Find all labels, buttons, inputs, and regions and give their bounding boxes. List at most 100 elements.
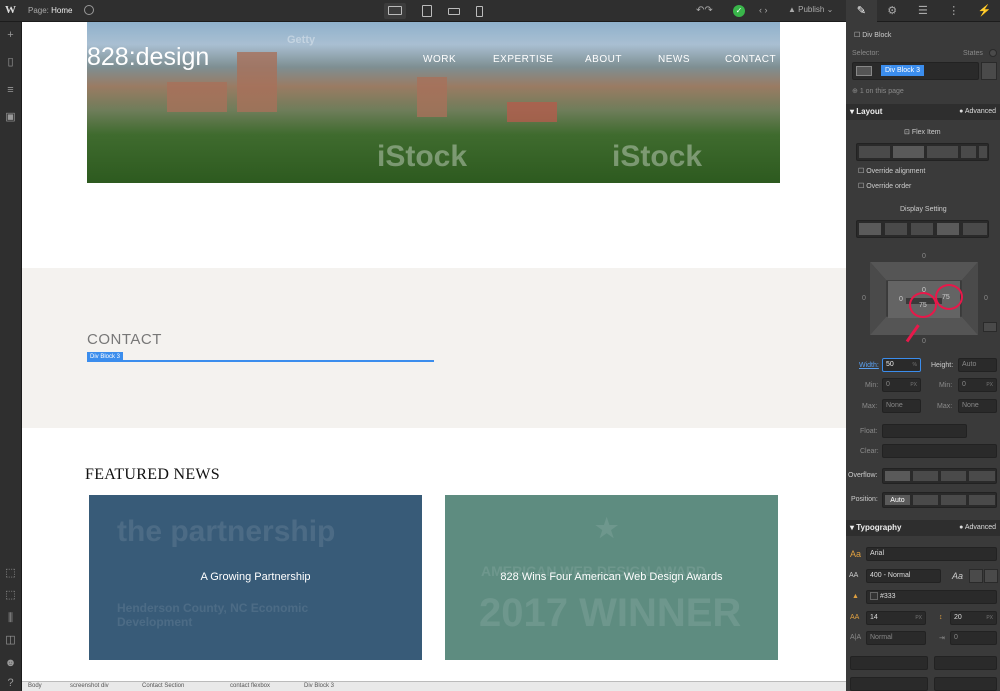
text-transform-controls[interactable] xyxy=(850,677,928,691)
undo-redo-icon[interactable]: ↶↷ xyxy=(696,5,713,16)
width-label[interactable]: Width: xyxy=(859,362,879,369)
display-none-button[interactable] xyxy=(962,222,988,236)
font-family-select[interactable]: Arial xyxy=(866,547,997,561)
font-weight-select[interactable]: 400 - Normal xyxy=(866,569,941,583)
navigator-tab-icon[interactable]: ☰ xyxy=(908,0,939,22)
desktop-view-icon[interactable] xyxy=(384,3,406,19)
align-stretch-button[interactable] xyxy=(892,145,925,159)
cms-icon[interactable]: ≡ xyxy=(4,84,17,97)
min-height-input[interactable]: 0 PX xyxy=(958,378,997,392)
display-block-button[interactable] xyxy=(858,222,882,236)
breadcrumb-item[interactable]: screenshot div xyxy=(70,683,109,689)
padding-left-value[interactable]: 0 xyxy=(899,296,903,303)
hero-image[interactable]: 828:design WORK EXPERTISE ABOUT NEWS CON… xyxy=(87,22,780,183)
max-height-input[interactable]: None xyxy=(958,399,997,413)
italic-style-icon[interactable]: Aa xyxy=(952,571,963,581)
display-inline-block-button[interactable] xyxy=(884,222,908,236)
text-direction-controls[interactable] xyxy=(934,677,997,691)
letter-spacing-input[interactable]: Normal xyxy=(866,631,926,645)
position-fixed-button[interactable] xyxy=(968,494,996,506)
grid-icon[interactable]: ⫼ xyxy=(4,612,17,625)
typography-advanced-toggle[interactable]: ● Advanced xyxy=(959,520,996,536)
nav-contact[interactable]: CONTACT xyxy=(725,54,776,65)
overflow-auto-button[interactable] xyxy=(968,470,996,482)
news-card[interactable]: the partnership Henderson County, NC Eco… xyxy=(89,495,422,660)
font-size-input[interactable]: 14 PX xyxy=(866,611,926,625)
symbols-tab-icon[interactable]: ⋮ xyxy=(938,0,969,22)
states-dropdown[interactable]: States xyxy=(963,50,983,57)
nav-about[interactable]: ABOUT xyxy=(585,54,622,65)
clear-controls[interactable] xyxy=(882,444,997,458)
div-block-3-selected[interactable]: Div Block 3 xyxy=(87,352,434,362)
breadcrumb-item[interactable]: contact flexbox xyxy=(230,683,270,689)
spacing-more-icon[interactable] xyxy=(983,322,997,332)
width-unit[interactable]: % xyxy=(913,359,917,371)
mobile-landscape-icon[interactable] xyxy=(443,3,465,19)
text-color-input[interactable]: #333 xyxy=(866,590,997,604)
bounds-icon[interactable]: ⬚ xyxy=(4,589,17,602)
margin-bottom-value[interactable]: 0 xyxy=(922,338,926,345)
overflow-hidden-button[interactable] xyxy=(912,470,939,482)
nav-work[interactable]: WORK xyxy=(423,54,456,65)
contact-heading[interactable]: CONTACT xyxy=(87,331,162,348)
nav-expertise[interactable]: EXPERTISE xyxy=(493,54,553,65)
max-width-input[interactable]: None xyxy=(882,399,921,413)
assets-icon[interactable]: ▣ xyxy=(4,111,17,124)
contact-section[interactable]: CONTACT Div Block 3 xyxy=(22,268,846,428)
text-align-controls[interactable] xyxy=(850,656,928,670)
design-canvas[interactable]: 828:design WORK EXPERTISE ABOUT NEWS CON… xyxy=(22,22,846,681)
tablet-view-icon[interactable] xyxy=(416,3,438,19)
selector-menu-icon[interactable] xyxy=(981,62,997,80)
breadcrumb-item[interactable]: Body xyxy=(28,683,42,689)
nav-news[interactable]: NEWS xyxy=(658,54,690,65)
breadcrumb-item[interactable]: Div Block 3 xyxy=(304,683,334,689)
selector-tag[interactable]: Div Block 3 xyxy=(881,65,925,76)
align-end-button[interactable] xyxy=(960,145,977,159)
selector-field[interactable]: Div Block 3 xyxy=(852,62,979,80)
news-card-title[interactable]: 828 Wins Four American Web Design Awards xyxy=(445,571,778,583)
style-tab-icon[interactable]: ✎ xyxy=(846,0,877,22)
webflow-logo[interactable]: W xyxy=(5,4,19,18)
layout-header[interactable]: ▾ Layout ● Advanced xyxy=(846,104,1000,120)
site-logo[interactable]: 828:design xyxy=(87,43,209,72)
margin-left-value[interactable]: 0 xyxy=(862,295,866,302)
news-card[interactable]: ★ AMERICAN WEB DESIGN AWARD 2017 WINNER … xyxy=(445,495,778,660)
users-icon[interactable]: ☻ xyxy=(4,657,17,670)
line-height-input[interactable]: 20 PX xyxy=(950,611,997,625)
featured-news-heading[interactable]: FEATURED NEWS xyxy=(85,466,220,484)
override-alignment[interactable]: ☐ Override alignment xyxy=(858,167,925,175)
min-width-input[interactable]: 0 PX xyxy=(882,378,921,392)
publish-button[interactable]: ▲ Publish ⌄ xyxy=(788,5,833,14)
typography-header[interactable]: ▾ Typography ● Advanced xyxy=(846,520,1000,536)
position-relative-button[interactable] xyxy=(912,494,939,506)
italic-icon[interactable] xyxy=(984,569,998,583)
export-code-icon[interactable]: ‹ › xyxy=(759,5,768,15)
states-help-icon[interactable] xyxy=(989,49,997,57)
flex-settings-icon[interactable] xyxy=(978,145,988,159)
position-auto-button[interactable]: Auto xyxy=(884,494,911,506)
pages-icon[interactable]: ▯ xyxy=(4,56,17,69)
width-input[interactable]: 50% xyxy=(882,358,921,372)
text-cursor-icon[interactable] xyxy=(969,569,983,583)
display-inline-button[interactable] xyxy=(910,222,934,236)
add-panel-icon[interactable]: + xyxy=(4,29,17,42)
text-indent-input[interactable]: 0 xyxy=(950,631,997,645)
interactions-tab-icon[interactable]: ⚡ xyxy=(969,0,1000,22)
height-input[interactable]: Auto xyxy=(958,358,997,372)
align-start-button[interactable] xyxy=(858,145,891,159)
page-settings-icon[interactable] xyxy=(84,5,94,15)
display-flex-button[interactable] xyxy=(936,222,960,236)
overflow-scroll-button[interactable] xyxy=(940,470,967,482)
margin-top-value[interactable]: 0 xyxy=(922,253,926,260)
help-icon[interactable]: ? xyxy=(4,677,17,690)
news-card-title[interactable]: A Growing Partnership xyxy=(89,571,422,583)
select-tool-icon[interactable]: ⬚ xyxy=(4,567,17,580)
position-absolute-button[interactable] xyxy=(940,494,967,506)
text-decoration-controls[interactable] xyxy=(934,656,997,670)
align-center-button[interactable] xyxy=(926,145,959,159)
override-order[interactable]: ☐ Override order xyxy=(858,182,911,190)
breadcrumb-item[interactable]: Contact Section xyxy=(142,683,184,689)
page-selector[interactable]: Page: Home xyxy=(28,6,72,15)
float-controls[interactable] xyxy=(882,424,967,438)
mobile-portrait-icon[interactable] xyxy=(468,3,490,19)
